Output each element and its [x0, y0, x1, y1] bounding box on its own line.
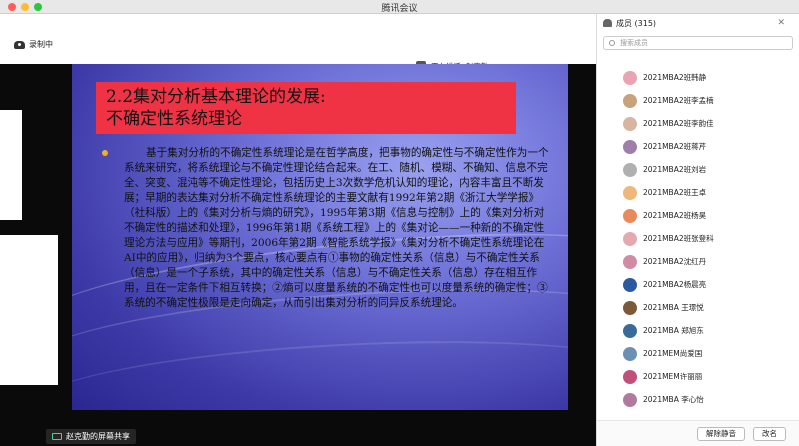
screen-share-icon [52, 433, 62, 440]
member-row[interactable]: 2021MEM许丽丽 [597, 365, 799, 388]
member-row[interactable]: 2021MBA2班李孟楠 [597, 89, 799, 112]
member-name: 2021MBA2班王卓 [643, 188, 707, 197]
member-row[interactable]: 2021MBA2班李韵佳 [597, 112, 799, 135]
ghost-participant-strip [0, 235, 58, 385]
member-search-input[interactable]: 搜索成员 [603, 36, 793, 50]
member-name: 2021MBA2班韩静 [643, 73, 707, 82]
member-panel-footer: 解除静音 改名 [597, 420, 799, 446]
unmute-button[interactable]: 解除静音 [697, 426, 745, 441]
member-row[interactable]: 2021MBA2班王卓 [597, 181, 799, 204]
close-icon[interactable]: ✕ [777, 18, 785, 28]
member-name: 2021MBA2沈红丹 [643, 257, 707, 266]
member-row[interactable]: 2021MEM尚爱国 [597, 342, 799, 365]
recording-label: 录制中 [29, 40, 53, 49]
avatar [623, 369, 637, 384]
member-row[interactable]: 2021MBA 郑旭东 [597, 319, 799, 342]
member-row[interactable]: 2021MBA2杨晨亮 [597, 273, 799, 296]
avatar [623, 93, 637, 108]
avatar [623, 323, 637, 338]
member-panel-header: 成员 (315) [597, 14, 799, 32]
avatar [623, 231, 637, 246]
member-row[interactable]: 2021MBA2班刘岩 [597, 158, 799, 181]
member-name: 2021MBA2班蒋芹 [643, 142, 707, 151]
member-name: 2021MBA2班杨昊 [643, 211, 707, 220]
member-name: 2021MBA2班张登科 [643, 234, 714, 243]
meeting-toolbar: 录制中 [0, 14, 596, 64]
screen-share-indicator[interactable]: 赵克勤的屏幕共享 [46, 429, 136, 444]
search-icon [609, 40, 615, 46]
avatar [623, 139, 637, 154]
slide-title: 2.2集对分析基本理论的发展: 不确定性系统理论 [96, 82, 516, 134]
avatar [623, 185, 637, 200]
member-row[interactable]: 2021MBA2班杨昊 [597, 204, 799, 227]
member-name: 2021MBA2班刘岩 [643, 165, 707, 174]
member-row[interactable]: 2021MBA 王璟悦 [597, 296, 799, 319]
shared-slide: 2.2集对分析基本理论的发展: 不确定性系统理论 基于集对分析的不确定性系统理论… [72, 64, 568, 410]
member-name: 2021MBA 李心怡 [643, 395, 704, 404]
screen-share-label: 赵克勤的屏幕共享 [66, 432, 130, 441]
slide-title-line1: 2.2集对分析基本理论的发展: [106, 87, 326, 107]
member-row[interactable]: 2021MBA2班张登科 [597, 227, 799, 250]
member-name: 2021MBA 王璟悦 [643, 303, 704, 312]
member-name: 2021MEM尚爱国 [643, 349, 703, 358]
member-row[interactable]: 2021MBA2沈红丹 [597, 250, 799, 273]
members-icon [603, 19, 612, 27]
window-title: 腾讯会议 [381, 4, 418, 14]
member-name: 2021MBA2班李韵佳 [643, 119, 714, 128]
member-name: 2021MBA2杨晨亮 [643, 280, 707, 289]
member-row[interactable]: 2021MBA2班蒋芹 [597, 135, 799, 158]
ghost-participant-strip [0, 110, 22, 220]
member-name: 2021MEM许丽丽 [643, 372, 703, 381]
avatar [623, 277, 637, 292]
avatar [623, 346, 637, 361]
slide-title-line2: 不确定性系统理论 [106, 109, 242, 129]
member-panel: 成员 (315) ✕ 搜索成员 2021MBA2班韩静 2021MBA2班李孟楠 2… [596, 14, 799, 446]
avatar [623, 70, 637, 85]
member-count-label: 成员 (315) [616, 18, 657, 28]
member-list: 2021MBA2班韩静 2021MBA2班李孟楠 2021MBA2班李韵佳 2021M… [597, 66, 799, 420]
slide-body-text: 基于集对分析的不确定性系统理论是在哲学高度，把事物的确定性与不确定性作为一个系统… [124, 147, 549, 309]
avatar [623, 300, 637, 315]
recording-indicator[interactable]: 录制中 [14, 39, 53, 50]
cloud-record-icon [14, 40, 25, 49]
rename-button[interactable]: 改名 [753, 426, 786, 441]
avatar [623, 208, 637, 223]
member-row[interactable]: 2021MBA 李心怡 [597, 388, 799, 411]
window-titlebar: 腾讯会议 [0, 0, 799, 14]
member-search-placeholder: 搜索成员 [620, 39, 648, 47]
member-name: 2021MBA2班李孟楠 [643, 96, 714, 105]
member-row[interactable]: 2021MBA2班韩静 [597, 66, 799, 89]
member-name: 2021MBA 郑旭东 [643, 326, 704, 335]
avatar [623, 116, 637, 131]
avatar [623, 162, 637, 177]
meeting-main-area: 录制中 正在讲话: 赵克勤; 2.2集对分析基本理论的发展: 不确定性系统理论 … [0, 14, 596, 446]
bullet-icon [102, 150, 108, 156]
avatar [623, 254, 637, 269]
avatar [623, 392, 637, 407]
